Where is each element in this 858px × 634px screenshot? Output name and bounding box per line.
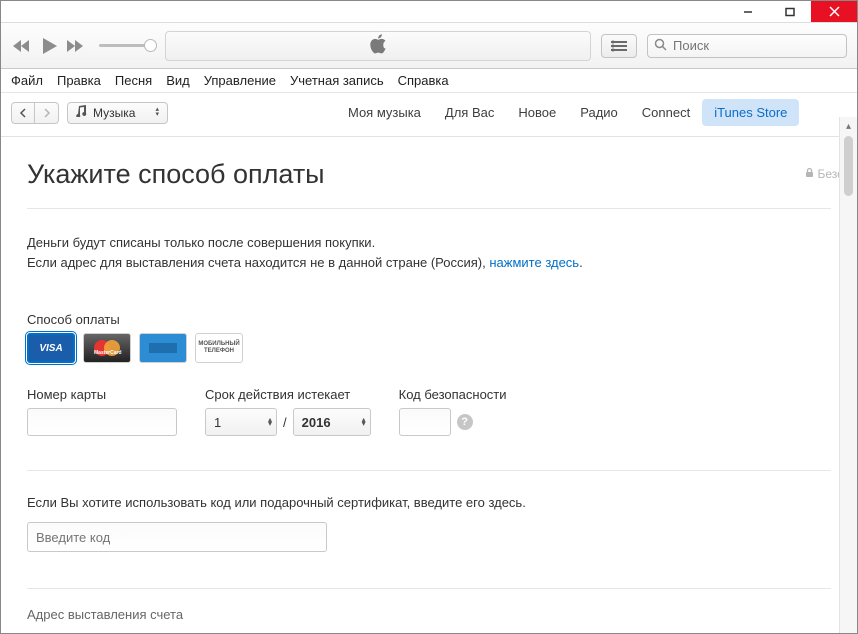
search-input[interactable] (673, 38, 840, 53)
intro-prefix: Если адрес для выставления счета находит… (27, 255, 489, 270)
menu-help[interactable]: Справка (398, 73, 449, 88)
history-nav (11, 102, 59, 124)
expiry-year-select[interactable]: 2016 ▴▾ (293, 408, 371, 436)
gift-code-input[interactable] (27, 522, 327, 552)
expiry-month-select[interactable]: 1 ▴▾ (205, 408, 277, 436)
menu-song[interactable]: Песня (115, 73, 152, 88)
payment-option-amex[interactable] (139, 333, 187, 363)
expiry-group: Срок действия истекает 1 ▴▾ / 2016 ▴▾ (205, 387, 371, 436)
card-number-group: Номер карты (27, 387, 177, 436)
player-toolbar (1, 23, 857, 69)
gift-instruction: Если Вы хотите использовать код или пода… (27, 495, 831, 510)
tab-new[interactable]: Новое (506, 99, 568, 126)
security-code-label: Код безопасности (399, 387, 507, 402)
menu-file[interactable]: Файл (11, 73, 43, 88)
menu-view[interactable]: Вид (166, 73, 190, 88)
prev-track-button[interactable] (11, 38, 33, 54)
back-button[interactable] (11, 102, 35, 124)
billing-address-heading: Адрес выставления счета (27, 607, 831, 622)
library-source-dropdown[interactable]: Музыка ▴▾ (67, 102, 168, 124)
payment-option-mastercard[interactable]: MasterCard (83, 333, 131, 363)
card-fields-row: Номер карты Срок действия истекает 1 ▴▾ … (27, 387, 831, 436)
menu-account[interactable]: Учетная запись (290, 73, 384, 88)
tab-for-you[interactable]: Для Вас (433, 99, 506, 126)
change-country-link[interactable]: нажмите здесь (489, 255, 579, 270)
now-playing-display (165, 31, 591, 61)
queue-list-button[interactable] (601, 34, 637, 58)
intro-line-2: Если адрес для выставления счета находит… (27, 253, 831, 273)
payment-method-label: Способ оплаты (27, 312, 831, 327)
payment-option-visa[interactable]: VISA (27, 333, 75, 363)
menu-edit[interactable]: Правка (57, 73, 101, 88)
tab-radio[interactable]: Радио (568, 99, 630, 126)
search-icon (654, 38, 667, 54)
security-code-group: Код безопасности ? (399, 387, 507, 436)
menu-bar: Файл Правка Песня Вид Управление Учетная… (1, 69, 857, 93)
lock-icon (805, 167, 814, 181)
payment-method-options: VISA MasterCard МОБИЛЬНЫЙ ТЕЛЕФОН (27, 333, 831, 363)
menu-controls[interactable]: Управление (204, 73, 276, 88)
card-number-label: Номер карты (27, 387, 177, 402)
expiry-year-value: 2016 (302, 415, 331, 430)
next-track-button[interactable] (65, 38, 87, 54)
play-button[interactable] (39, 36, 59, 56)
security-code-input[interactable] (399, 408, 451, 436)
library-nav-bar: Музыка ▴▾ Моя музыка Для Вас Новое Радио… (1, 93, 857, 137)
window-titlebar (1, 1, 857, 23)
music-note-icon (76, 105, 87, 120)
chevron-updown-icon: ▴▾ (362, 418, 366, 426)
security-code-help-icon[interactable]: ? (457, 414, 473, 430)
chevron-updown-icon: ▴▾ (268, 418, 272, 426)
tab-itunes-store[interactable]: iTunes Store (702, 99, 799, 126)
mastercard-icon: MasterCard (94, 340, 120, 356)
expiry-label: Срок действия истекает (205, 387, 371, 402)
forward-button[interactable] (35, 102, 59, 124)
card-number-input[interactable] (27, 408, 177, 436)
chevron-updown-icon: ▴▾ (155, 108, 159, 116)
page-title: Укажите способ оплаты (27, 159, 831, 190)
search-field-wrap[interactable] (647, 34, 847, 58)
scroll-up-arrow-icon: ▴ (846, 121, 851, 132)
tab-my-music[interactable]: Моя музыка (336, 99, 433, 126)
slash: / (283, 415, 287, 430)
page-content: Безопа Укажите способ оплаты Деньги буду… (1, 137, 857, 633)
volume-slider[interactable] (99, 44, 155, 47)
library-source-label: Музыка (93, 106, 135, 120)
expiry-month-value: 1 (214, 415, 221, 430)
payment-option-mobile[interactable]: МОБИЛЬНЫЙ ТЕЛЕФОН (195, 333, 243, 363)
window-close-button[interactable] (811, 1, 857, 22)
intro-line-1: Деньги будут списаны только после соверш… (27, 233, 831, 253)
window-maximize-button[interactable] (769, 1, 811, 22)
vertical-scrollbar[interactable]: ▴ (839, 117, 857, 633)
window-minimize-button[interactable] (727, 1, 769, 22)
playback-controls (11, 36, 155, 56)
visa-label: VISA (39, 343, 62, 354)
intro-text: Деньги будут списаны только после соверш… (27, 233, 831, 272)
divider (27, 470, 831, 471)
divider (27, 208, 831, 209)
divider (27, 588, 831, 589)
apple-logo-icon (369, 34, 387, 57)
store-tabs: Моя музыка Для Вас Новое Радио Connect i… (336, 99, 799, 126)
mobile-phone-label: МОБИЛЬНЫЙ ТЕЛЕФОН (196, 341, 242, 354)
tab-connect[interactable]: Connect (630, 99, 702, 126)
scrollbar-thumb[interactable] (844, 136, 853, 196)
intro-suffix: . (579, 255, 583, 270)
